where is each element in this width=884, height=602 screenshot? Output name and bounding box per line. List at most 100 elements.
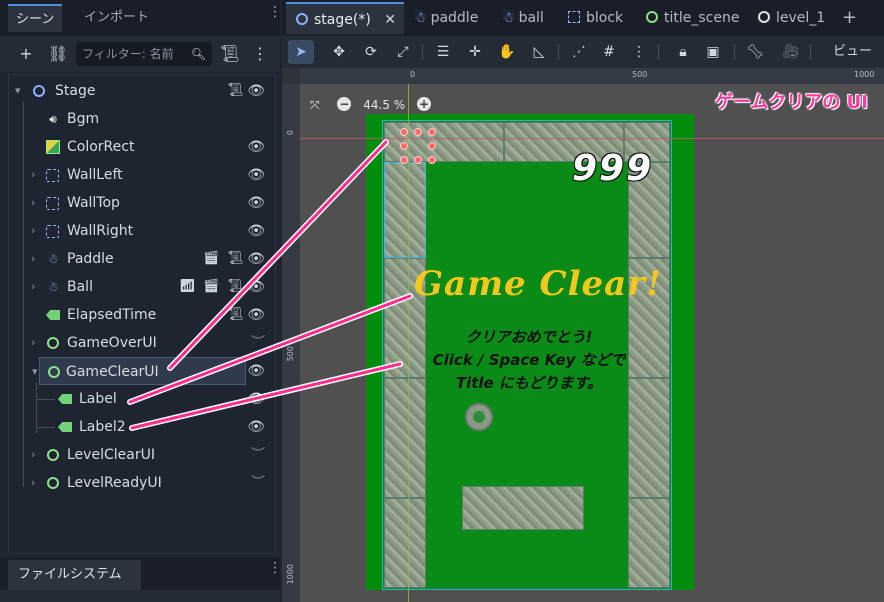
- expand-arrow-icon[interactable]: ›: [31, 469, 41, 497]
- move-mode-icon[interactable]: ✥: [326, 40, 352, 64]
- expand-arrow-icon[interactable]: ›: [31, 189, 41, 217]
- pivot-icon[interactable]: ✛: [462, 40, 488, 64]
- grid-snap-icon[interactable]: #: [596, 40, 622, 64]
- script-icon[interactable]: 📜︎: [227, 77, 244, 105]
- visibility-eye-icon[interactable]: 👁︎: [247, 413, 265, 441]
- tree-row-label: Label: [79, 391, 117, 407]
- link-icon[interactable]: ⛓: [46, 42, 70, 66]
- tab-level-1[interactable]: level_1: [758, 2, 825, 34]
- tree-row-paddle[interactable]: › ☃ Paddle 🎬︎ 📜︎ 👁︎: [9, 245, 275, 273]
- list-select-icon[interactable]: ☰: [430, 40, 456, 64]
- script-icon[interactable]: 📜︎: [227, 273, 244, 301]
- tree-row-label: LevelClearUI: [67, 447, 155, 463]
- scene-instance-icon[interactable]: 🎬︎: [203, 245, 220, 273]
- visibility-eye-icon[interactable]: 👁︎: [247, 273, 265, 301]
- tree-row-wallright[interactable]: › WallRight 👁︎: [9, 217, 275, 245]
- expand-arrow-icon[interactable]: ▾: [32, 358, 42, 386]
- tree-row-label2[interactable]: Label2 👁︎: [9, 413, 275, 441]
- visibility-eye-icon[interactable]: 👁︎: [247, 245, 265, 273]
- control-icon: [646, 11, 658, 23]
- visibility-eye-icon[interactable]: 👁︎: [247, 133, 265, 161]
- tab-title-scene[interactable]: title_scene: [646, 2, 739, 34]
- ruler-tick: 0: [410, 70, 416, 79]
- zoom-reset-icon[interactable]: ⤧: [310, 98, 320, 112]
- zoom-out-icon[interactable]: −: [337, 97, 352, 111]
- tree-row-gameoverui[interactable]: › GameOverUI ︶: [9, 329, 275, 357]
- visibility-eye-icon[interactable]: 👁︎: [247, 161, 265, 189]
- hidden-eye-icon[interactable]: ︶: [251, 469, 265, 497]
- filter-input[interactable]: フィルター: 名前 🔍︎: [76, 42, 212, 66]
- rotate-mode-icon[interactable]: ⟳: [358, 40, 384, 64]
- tree-row-walltop[interactable]: › WallTop 👁︎: [9, 189, 275, 217]
- tree-row-stage[interactable]: ▾ Stage 📜︎ 👁︎: [9, 77, 275, 105]
- selection-handle[interactable]: [400, 128, 408, 136]
- expand-arrow-icon[interactable]: ›: [31, 217, 41, 245]
- tree-row-levelclearui[interactable]: › LevelClearUI ︶: [9, 441, 275, 469]
- view-menu-button[interactable]: ビュー: [833, 40, 872, 64]
- canvas-viewport[interactable]: 0 500 1000 0 500 1000 ⤧ − 44.5 % + ゲームクリ…: [282, 68, 884, 602]
- lock-icon[interactable]: 🔒︎: [670, 40, 696, 64]
- skeleton-icon[interactable]: 🦴︎: [742, 40, 768, 64]
- scale-mode-icon[interactable]: ⤢: [390, 40, 416, 64]
- expand-arrow-icon[interactable]: ›: [31, 329, 41, 357]
- selection-handle[interactable]: [414, 156, 422, 164]
- dock-menu-icon[interactable]: ⋮: [268, 5, 282, 26]
- more-icon[interactable]: ⋮: [248, 42, 272, 66]
- script-icon[interactable]: 📜︎: [227, 301, 244, 329]
- annotation-banner: ゲームクリアの UI: [714, 92, 868, 113]
- tab-ball[interactable]: ☃ ball: [502, 2, 544, 34]
- attach-script-icon[interactable]: 📜︎: [218, 42, 242, 66]
- expand-arrow-icon[interactable]: ›: [31, 245, 41, 273]
- add-node-icon[interactable]: +: [14, 42, 38, 66]
- tab-scene[interactable]: シーン: [8, 4, 63, 32]
- hidden-eye-icon[interactable]: ︶: [251, 441, 265, 469]
- visibility-eye-icon[interactable]: 👁︎: [247, 385, 265, 413]
- visibility-eye-icon[interactable]: 👁︎: [247, 357, 265, 385]
- selection-handle[interactable]: [428, 142, 436, 150]
- expand-arrow-icon[interactable]: ›: [31, 441, 41, 469]
- zoom-in-icon[interactable]: +: [417, 97, 432, 111]
- tab-stage[interactable]: stage(*) ✕: [286, 2, 404, 34]
- selection-handle[interactable]: [428, 128, 436, 136]
- camera-icon[interactable]: 🎥︎: [778, 40, 804, 64]
- visibility-eye-icon[interactable]: 👁︎: [247, 77, 265, 105]
- expand-arrow-icon[interactable]: ▾: [15, 77, 25, 105]
- tree-row-colorrect[interactable]: ColorRect 👁︎: [9, 133, 275, 161]
- selection-handle[interactable]: [400, 156, 408, 164]
- selection-handle[interactable]: [414, 128, 422, 136]
- expand-arrow-icon[interactable]: ›: [31, 273, 41, 301]
- audio-icon: 🔊︎: [49, 112, 57, 126]
- tree-row-label[interactable]: Label 👁︎: [9, 385, 275, 413]
- visibility-eye-icon[interactable]: 👁︎: [247, 217, 265, 245]
- tree-row-levelreadyui[interactable]: › LevelReadyUI ︶: [9, 469, 275, 497]
- script-icon[interactable]: 📜︎: [227, 245, 244, 273]
- smart-snap-icon[interactable]: ⋰: [566, 40, 592, 64]
- visibility-eye-icon[interactable]: 👁︎: [247, 301, 265, 329]
- close-icon[interactable]: ✕: [384, 4, 396, 36]
- hidden-eye-icon[interactable]: ︶: [251, 329, 265, 357]
- pan-mode-icon[interactable]: ✋: [494, 40, 520, 64]
- add-tab-button[interactable]: +: [842, 2, 857, 34]
- select-mode-icon[interactable]: ➤: [288, 40, 314, 64]
- signal-icon[interactable]: 📶︎: [179, 273, 196, 301]
- snap-options-icon[interactable]: ⋮: [626, 40, 652, 64]
- tab-import[interactable]: インポート: [76, 4, 157, 32]
- tree-row-ball[interactable]: › ☃ Ball 📶︎ 🎬︎ 📜︎ 👁︎: [9, 273, 275, 301]
- expand-arrow-icon[interactable]: ›: [31, 161, 41, 189]
- tree-row-elapsedtime[interactable]: ElapsedTime 📜︎ 👁︎: [9, 301, 275, 329]
- tab-filesystem[interactable]: ファイルシステム: [8, 560, 141, 590]
- tree-row-gameclearui[interactable]: ▾ GameClearUI: [32, 357, 246, 385]
- visibility-eye-icon[interactable]: 👁︎: [247, 189, 265, 217]
- tab-block[interactable]: block: [568, 2, 623, 34]
- ruler-mode-icon[interactable]: ◺: [526, 40, 552, 64]
- tree-row-gameclearui-eye[interactable]: 👁︎: [247, 357, 275, 385]
- selection-handle[interactable]: [400, 142, 408, 150]
- tree-row-bgm[interactable]: 🔊︎ Bgm: [9, 105, 275, 133]
- tab-paddle[interactable]: ☃ paddle: [414, 2, 478, 34]
- scene-instance-icon[interactable]: 🎬︎: [203, 273, 220, 301]
- tree-row-wallleft[interactable]: › WallLeft 👁︎: [9, 161, 275, 189]
- group-icon[interactable]: ▣: [700, 40, 726, 64]
- dock-menu-icon[interactable]: ⋮: [268, 561, 282, 582]
- selection-handle[interactable]: [428, 156, 436, 164]
- zoom-level[interactable]: 44.5 %: [363, 98, 405, 112]
